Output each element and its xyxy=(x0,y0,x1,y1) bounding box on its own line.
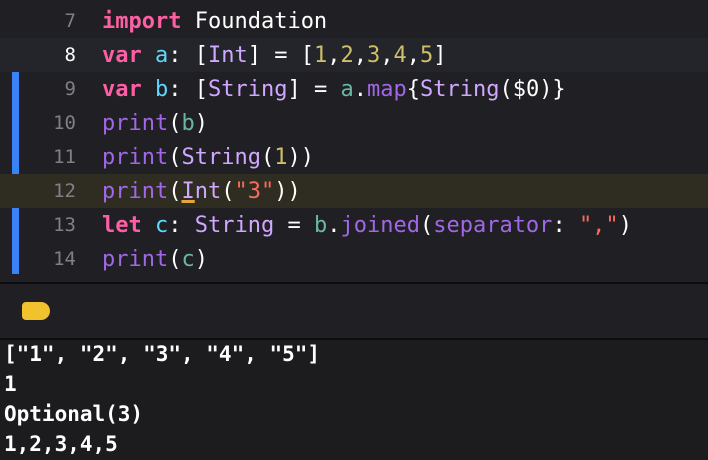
punct-token: ( xyxy=(168,246,182,272)
number-token: 1 xyxy=(274,144,288,170)
punct-token: ) xyxy=(618,212,632,238)
number-token: 4 xyxy=(393,42,407,68)
line-number: 9 xyxy=(64,78,76,100)
punct-token: ( xyxy=(260,144,275,170)
identifier-token: b xyxy=(155,76,169,102)
number-token: 5 xyxy=(419,42,434,68)
number-token: 1 xyxy=(313,42,328,68)
punct-token: ( xyxy=(168,110,182,136)
line-number: 13 xyxy=(53,214,76,236)
code-text: var a: [Int] = [1,2,3,4,5] xyxy=(102,43,446,68)
punct-token: , xyxy=(353,42,367,68)
code-line-7[interactable]: 7 import Foundation xyxy=(0,4,708,38)
code-text: print(c) xyxy=(102,247,208,272)
line-number: 12 xyxy=(53,180,76,202)
function-token: print xyxy=(102,246,169,272)
keyword-token: import xyxy=(102,8,182,34)
line-number: 7 xyxy=(64,10,76,32)
code-line-14[interactable]: 14 print(c) xyxy=(0,242,708,276)
number-token: 2 xyxy=(340,42,354,68)
function-token: map xyxy=(366,76,407,102)
punct-token: ] xyxy=(433,42,447,68)
argument-label-token: separator xyxy=(433,212,553,238)
type-token: String xyxy=(181,144,261,170)
punct-token: ] = [ xyxy=(247,42,314,68)
punct-token: ( xyxy=(221,178,235,204)
line-number: 11 xyxy=(53,146,76,168)
code-line-10[interactable]: 10 print(b) xyxy=(0,106,708,140)
type-token: Int xyxy=(208,42,248,68)
plain-token: Foundation xyxy=(181,8,328,34)
string-token: "," xyxy=(578,212,619,238)
punct-token: ($0)} xyxy=(499,76,566,102)
number-token: 3 xyxy=(366,42,381,68)
type-token: String xyxy=(208,76,288,102)
punct-token: : [ xyxy=(168,42,208,68)
punct-token: )) xyxy=(287,144,314,170)
code-text: print(String(1)) xyxy=(102,145,314,170)
punct-token: , xyxy=(327,42,341,68)
punct-token: { xyxy=(406,76,420,102)
type-token: String xyxy=(194,212,275,238)
console-line: 1,2,3,4,5 xyxy=(4,432,118,456)
keyword-token: var xyxy=(102,76,142,102)
punct-token: ( xyxy=(168,144,182,170)
console-line: ["1", "2", "3", "4", "5"] xyxy=(4,342,321,366)
function-token: print xyxy=(102,144,169,170)
identifier-token: c xyxy=(155,212,169,238)
type-token: String xyxy=(419,76,500,102)
code-line-13[interactable]: 13 let c: String = b.joined(separator: "… xyxy=(0,208,708,242)
code-line-11[interactable]: 11 print(String(1)) xyxy=(0,140,708,174)
punct-token: ( xyxy=(168,178,182,204)
punct-token: ( xyxy=(419,212,434,238)
punct-token: . xyxy=(353,76,367,102)
punct-token: : [ xyxy=(168,76,208,102)
punct-token: . xyxy=(327,212,341,238)
punct-token: = xyxy=(274,212,314,238)
console-output[interactable]: ["1", "2", "3", "4", "5"] 1 Optional(3) … xyxy=(0,340,708,460)
punct-token: : xyxy=(168,212,195,238)
identifier-token: c xyxy=(181,246,195,272)
punct-token: ) xyxy=(194,110,208,136)
line-number: 10 xyxy=(53,112,76,134)
breakpoint-tag-icon[interactable] xyxy=(22,302,50,320)
warning-underline-token[interactable]: I xyxy=(181,179,194,204)
function-token: print xyxy=(102,110,169,136)
punct-token: , xyxy=(406,42,420,68)
code-line-8[interactable]: 8 var a: [Int] = [1,2,3,4,5] xyxy=(0,38,708,72)
code-text: let c: String = b.joined(separator: ",") xyxy=(102,213,632,238)
punct-token: ] = xyxy=(287,76,341,102)
function-token: print xyxy=(102,178,169,204)
code-editor[interactable]: 7 import Foundation 8 var a: [Int] = [1,… xyxy=(0,0,708,280)
keyword-token: var xyxy=(102,42,142,68)
punct-token: , xyxy=(380,42,394,68)
keyword-token: let xyxy=(102,212,142,238)
punct-token: : xyxy=(552,212,579,238)
code-text: import Foundation xyxy=(102,9,327,34)
code-line-9[interactable]: 9 var b: [String] = a.map{String($0)} xyxy=(0,72,708,106)
code-text: print(b) xyxy=(102,111,208,136)
code-line-12[interactable]: 12 print(Int("3")) xyxy=(0,174,708,208)
identifier-token: b xyxy=(181,110,195,136)
code-text: var b: [String] = a.map{String($0)} xyxy=(102,77,566,102)
identifier-token: b xyxy=(313,212,328,238)
console-line: 1 xyxy=(4,372,17,396)
code-text: print(Int("3")) xyxy=(102,179,301,204)
debug-bar xyxy=(0,284,708,338)
type-token: nt xyxy=(194,178,222,204)
line-number: 14 xyxy=(53,248,76,270)
line-number: 8 xyxy=(64,44,76,66)
xcode-playground-window: 7 import Foundation 8 var a: [Int] = [1,… xyxy=(0,0,708,460)
console-line: Optional(3) xyxy=(4,402,144,426)
punct-token: ) xyxy=(194,246,208,272)
function-token: joined xyxy=(340,212,420,238)
string-token: "3" xyxy=(234,178,275,204)
identifier-token: a xyxy=(340,76,354,102)
identifier-token: a xyxy=(155,42,169,68)
punct-token: )) xyxy=(274,178,301,204)
